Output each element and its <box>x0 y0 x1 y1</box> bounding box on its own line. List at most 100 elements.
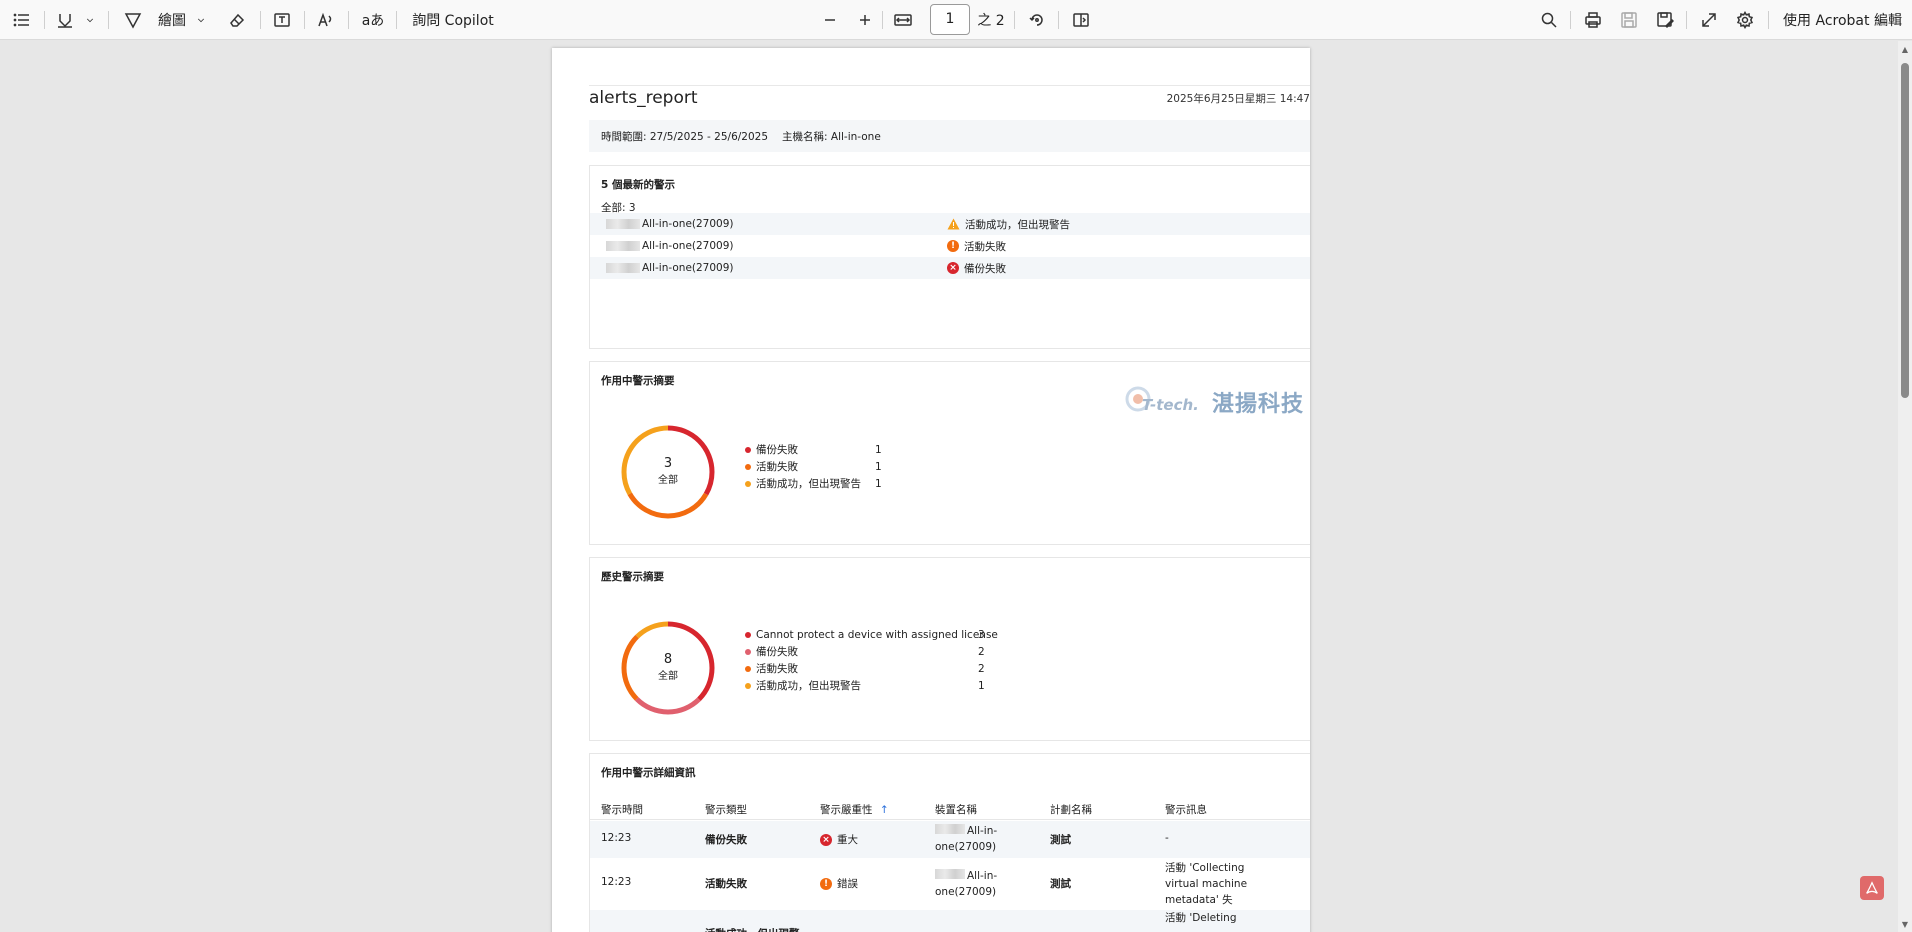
legend-label: 備份失敗 <box>756 646 798 658</box>
legend-value: 2 <box>978 662 985 675</box>
legend-item: 活動成功，但出現警告 1 <box>745 475 945 492</box>
toolbar-divider <box>304 11 305 29</box>
legend-item: 備份失敗 1 <box>745 441 945 458</box>
read-aloud-icon[interactable] <box>314 0 338 40</box>
fit-width-icon[interactable] <box>892 0 914 40</box>
column-header-severity-label: 警示嚴重性 <box>820 804 873 816</box>
copilot-label: 詢問 Copilot <box>412 13 494 29</box>
warning-icon <box>947 218 960 230</box>
translate-button[interactable]: aあ <box>358 0 388 40</box>
acrobat-icon[interactable] <box>1860 876 1884 900</box>
toolbar-divider <box>260 11 261 29</box>
report-date: 2025年6月25日星期三 14:47 <box>1166 93 1310 105</box>
page-number-input[interactable]: 1 <box>930 4 970 35</box>
scroll-up-icon[interactable]: ▲ <box>1900 45 1910 55</box>
text-box-icon[interactable] <box>270 0 294 40</box>
critical-icon: × <box>820 833 832 846</box>
save-as-icon[interactable] <box>1654 0 1676 40</box>
alert-host-label: All-in-one(27009) <box>642 240 734 252</box>
settings-gear-icon[interactable] <box>1734 0 1756 40</box>
active-details-card: 作用中警示詳細資訊 警示時間 警示類型 警示嚴重性 ↑ 裝置名稱 計劃名稱 警示… <box>589 753 1310 932</box>
toolbar-divider <box>108 11 109 29</box>
draw-button[interactable]: 繪圖 <box>152 0 192 40</box>
history-summary-title: 歷史警示摘要 <box>601 571 664 583</box>
legend-value: 1 <box>875 460 882 473</box>
highlight-dropdown-chevron-icon[interactable] <box>82 0 98 40</box>
legend-value: 1 <box>875 477 882 490</box>
active-total: 3 <box>663 456 673 471</box>
search-icon[interactable] <box>1538 0 1560 40</box>
critical-icon: × <box>947 262 959 274</box>
column-header-severity[interactable]: 警示嚴重性 ↑ <box>820 802 889 817</box>
toolbar: 繪圖 aあ 詢問 Copilot 1 之 2 使用 Acrobat 編輯 <box>0 0 1912 40</box>
save-icon[interactable] <box>1618 0 1640 40</box>
legend-label: 備份失敗 <box>756 444 798 456</box>
ask-copilot-button[interactable]: 詢問 Copilot <box>408 0 498 40</box>
scroll-thumb[interactable] <box>1901 63 1909 398</box>
cell-message: 活動 'Deleting <box>1165 912 1237 924</box>
column-header-type[interactable]: 警示類型 <box>705 802 747 817</box>
column-header-message[interactable]: 警示訊息 <box>1165 802 1207 817</box>
history-legend: Cannot protect a device with assigned li… <box>745 626 1005 694</box>
highlight-icon[interactable] <box>54 0 76 40</box>
toolbar-divider <box>44 11 45 29</box>
pdf-page: alerts_report 2025年6月25日星期三 14:47 時間範圍: … <box>552 48 1310 932</box>
toolbar-divider <box>1686 11 1687 29</box>
page-total-label: 之 2 <box>977 13 1005 29</box>
legend-dot <box>745 682 751 689</box>
draw-icon[interactable] <box>122 0 144 40</box>
redacted-name <box>606 263 640 273</box>
rotate-icon[interactable] <box>1026 0 1048 40</box>
zoom-in-icon[interactable] <box>855 0 875 40</box>
alert-status: ! 活動失敗 <box>947 239 1006 254</box>
legend-dot <box>745 446 751 453</box>
column-header-device[interactable]: 裝置名稱 <box>935 802 977 817</box>
header-rule <box>589 85 1310 86</box>
active-summary-title: 作用中警示摘要 <box>601 375 675 387</box>
cell-severity: × 重大 <box>820 832 858 847</box>
full-screen-icon[interactable] <box>1698 0 1720 40</box>
print-icon[interactable] <box>1582 0 1604 40</box>
history-donut-center: 8 全部 <box>618 652 718 682</box>
legend-dot <box>745 631 751 638</box>
draw-label: 繪圖 <box>158 13 186 29</box>
time-range: 時間範圍: 27/5/2025 - 25/6/2025 <box>601 130 769 143</box>
cell-type: 備份失敗 <box>705 834 747 846</box>
cell-time: 12:23 <box>601 876 632 888</box>
toolbar-divider <box>396 11 397 29</box>
legend-value: 2 <box>978 645 985 658</box>
legend-item: 活動失敗 2 <box>745 660 1005 677</box>
translate-label: aあ <box>361 13 385 29</box>
legend-value: 1 <box>875 443 882 456</box>
legend-label: 活動失敗 <box>756 663 798 675</box>
alert-status: 活動成功，但出現警告 <box>947 217 1070 232</box>
alert-status-label: 活動成功，但出現警告 <box>965 218 1070 231</box>
vertical-scrollbar[interactable]: ▲ ▼ <box>1898 41 1912 932</box>
contents-icon[interactable] <box>10 0 34 40</box>
legend-value: 1 <box>978 679 985 692</box>
toolbar-divider <box>1768 11 1769 29</box>
redacted-name <box>935 824 965 834</box>
cell-severity-label: 錯誤 <box>837 878 858 890</box>
acrobat-logo-icon <box>1866 881 1878 894</box>
zoom-out-icon[interactable] <box>820 0 840 40</box>
scroll-down-icon[interactable]: ▼ <box>1900 920 1910 930</box>
page-view-icon[interactable] <box>1070 0 1092 40</box>
toolbar-divider <box>882 11 883 29</box>
column-header-time[interactable]: 警示時間 <box>601 802 643 817</box>
draw-dropdown-chevron-icon[interactable] <box>192 0 210 40</box>
alert-status-label: 備份失敗 <box>964 262 1006 275</box>
table-row: 活動成功，但出現警 活動 'Deleting <box>590 910 1310 932</box>
active-total-label: 全部 <box>658 475 678 486</box>
active-donut-center: 3 全部 <box>618 456 718 486</box>
toolbar-divider <box>348 11 349 29</box>
edit-with-acrobat-button[interactable]: 使用 Acrobat 編輯 <box>1780 0 1905 40</box>
latest-alerts-card: 5 個最新的警示 全部: 3 All-in-one(27009) 活動成功，但出… <box>589 165 1310 349</box>
host-name: 主機名稱: All-in-one <box>782 130 881 143</box>
eraser-icon[interactable] <box>226 0 248 40</box>
cell-time: 12:23 <box>601 832 632 844</box>
report-title: alerts_report <box>589 88 698 108</box>
page-total: 之 2 <box>976 0 1006 40</box>
active-legend: 備份失敗 1 活動失敗 1 活動成功，但出現警告 1 <box>745 441 945 492</box>
column-header-plan[interactable]: 計劃名稱 <box>1050 802 1092 817</box>
